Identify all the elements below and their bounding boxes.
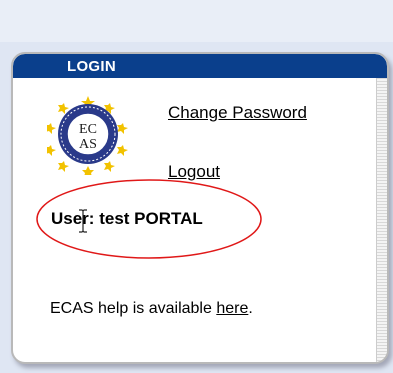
help-suffix: . [248,300,253,317]
help-text: ECAS help is available here. [50,300,253,318]
text-cursor-icon [79,209,87,233]
help-here-link[interactable]: here [216,300,248,317]
user-name: test PORTAL [99,209,203,228]
login-panel: LOGIN EC AS Change Password Logout User:… [11,52,389,364]
seal-text-line1: EC [79,122,97,137]
user-info: User: test PORTAL [51,209,203,229]
help-prefix: ECAS help is available [50,300,217,317]
login-panel-header: LOGIN [13,54,387,78]
page-background-band [0,0,393,42]
login-panel-title: LOGIN [67,58,116,75]
panel-edge-decoration [376,78,387,362]
change-password-link[interactable]: Change Password [168,103,307,123]
ecas-seal-logo: EC AS [47,96,128,175]
seal-text-line2: AS [79,137,97,152]
